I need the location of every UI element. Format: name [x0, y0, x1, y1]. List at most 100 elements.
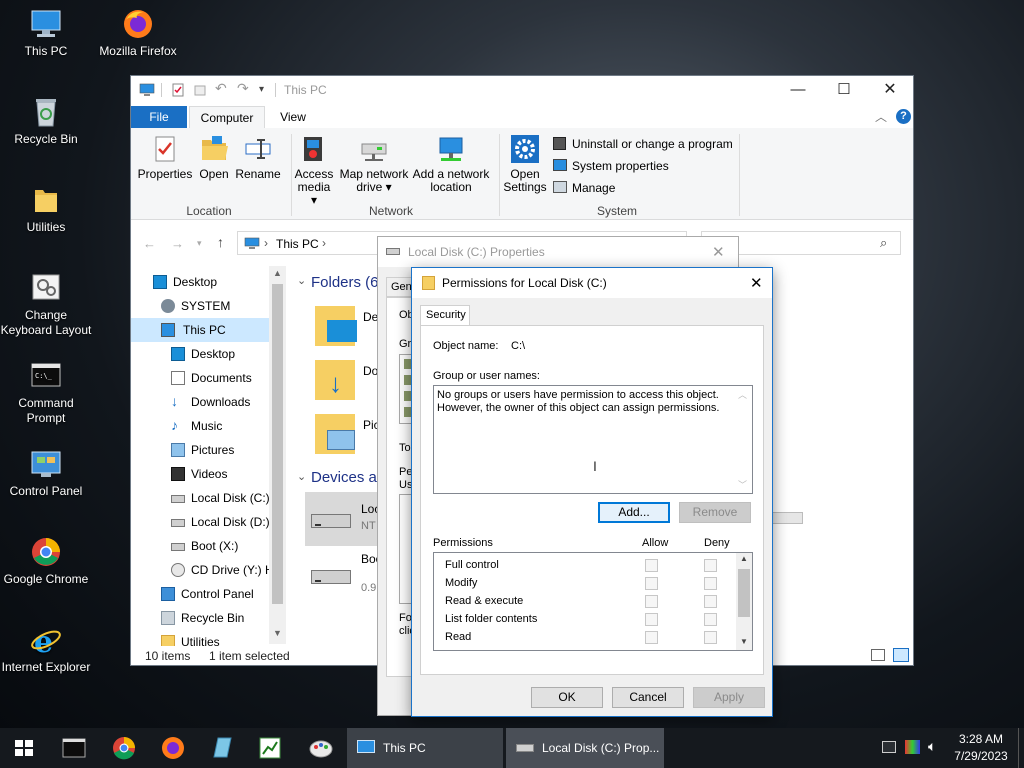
drive-icon — [171, 519, 185, 527]
desktop-icon-firefox[interactable]: Mozilla Firefox — [92, 8, 184, 59]
ribbon: Properties Open Rename Location Access m… — [131, 128, 913, 220]
scroll-down-icon[interactable]: ▼ — [740, 637, 748, 646]
close-icon[interactable]: ✕ — [867, 76, 913, 104]
nav-item-local-disk-d[interactable]: Local Disk (D:) — [171, 510, 270, 534]
help-icon[interactable]: ? — [896, 109, 911, 124]
recent-dropdown-icon[interactable]: ▾ — [197, 238, 202, 249]
new-folder-qat-icon[interactable] — [193, 83, 207, 97]
volume-muted-icon[interactable]: 🔈︎ — [928, 738, 936, 755]
list-scroll-down-icon[interactable]: ﹀ — [738, 478, 747, 491]
desktop-icon-recycle-bin[interactable]: Recycle Bin — [0, 96, 92, 147]
tab-view[interactable]: View — [267, 106, 319, 128]
taskbar-app-chart[interactable] — [246, 728, 294, 768]
taskbar-command-prompt[interactable] — [50, 728, 98, 768]
network-disconnected-icon[interactable] — [882, 741, 896, 753]
tab-computer[interactable]: Computer — [189, 106, 265, 128]
tab-security[interactable]: Security — [420, 305, 470, 326]
nav-item-documents[interactable]: Documents — [171, 366, 269, 390]
redo-icon[interactable]: ↷ — [237, 81, 251, 95]
group-user-list[interactable]: No groups or users have permission to ac… — [433, 385, 753, 494]
nav-item-local-disk-c[interactable]: Local Disk (C:) — [171, 486, 270, 510]
collapse-chevron-icon[interactable]: ⌄ — [297, 470, 306, 483]
map-network-drive-button[interactable]: Map network drive ▾ — [337, 134, 411, 194]
cancel-button[interactable]: Cancel — [612, 687, 684, 708]
taskbar-app-paint[interactable] — [297, 728, 345, 768]
scroll-down-icon[interactable]: ▼ — [273, 628, 282, 638]
nav-item-videos[interactable]: Videos — [171, 462, 269, 486]
desktop-icon-internet-explorer[interactable]: e Internet Explorer — [0, 624, 92, 675]
start-button[interactable] — [0, 728, 48, 768]
scroll-thumb[interactable] — [738, 569, 750, 617]
properties-qat-icon[interactable] — [171, 83, 185, 97]
access-media-button[interactable]: Access media ▾ — [293, 134, 335, 207]
details-view-icon[interactable] — [871, 649, 885, 661]
nav-item-music[interactable]: ♪ Music — [171, 414, 269, 438]
device-tile-local-disk[interactable]: Loca NT — [305, 492, 387, 546]
scroll-thumb[interactable] — [272, 284, 283, 604]
nav-item-boot-x[interactable]: Boot (X:) — [171, 534, 269, 558]
add-network-location-button[interactable]: Add a network location — [411, 134, 491, 194]
show-desktop-button[interactable] — [1018, 728, 1024, 768]
permissions-scrollbar[interactable]: ▲ ▼ — [736, 553, 752, 650]
nav-item-this-pc[interactable]: This PC — [131, 318, 269, 342]
nav-item-control-panel[interactable]: Control Panel — [161, 582, 269, 606]
minimize-icon[interactable]: — — [775, 76, 821, 104]
open-settings-button[interactable]: Open Settings — [503, 134, 547, 194]
properties-button[interactable]: Properties — [137, 134, 193, 181]
nav-item-desktop[interactable]: Desktop — [171, 342, 269, 366]
desktop-icon-chrome[interactable]: Google Chrome — [0, 536, 92, 587]
taskbar-firefox[interactable] — [149, 728, 197, 768]
desktop-icon-utilities[interactable]: Utilities — [0, 184, 92, 235]
permission-name: Read & execute — [445, 595, 524, 607]
rename-button[interactable]: Rename — [235, 134, 281, 181]
taskbar-app-blue[interactable] — [198, 728, 246, 768]
taskbar-window-this-pc[interactable]: This PC — [347, 728, 503, 768]
device-tile-boot[interactable]: Boo 0.9 — [305, 550, 387, 600]
nav-item-cd-drive[interactable]: CD Drive (Y:) H — [171, 558, 274, 582]
properties-close-icon[interactable]: ✕ — [712, 243, 725, 261]
nav-item-desktop-root[interactable]: Desktop — [153, 270, 269, 294]
add-button[interactable]: Add... — [598, 502, 670, 523]
collapse-ribbon-icon[interactable]: ︿ — [875, 108, 887, 125]
nav-item-utilities[interactable]: Utilities — [161, 630, 269, 646]
this-pc-icon — [29, 8, 63, 40]
scroll-up-icon[interactable]: ▲ — [740, 554, 748, 563]
folder-tile-pictures[interactable]: Pict — [313, 412, 387, 458]
scroll-up-icon[interactable]: ▲ — [273, 268, 282, 278]
clock[interactable]: 3:28 AM 7/29/2023 — [952, 731, 1010, 765]
drive-small-icon — [386, 248, 400, 255]
qat-dropdown-icon[interactable]: ▾ — [259, 83, 273, 97]
up-arrow-icon[interactable]: ↑ — [217, 234, 224, 250]
nav-scrollbar[interactable]: ▲ ▼ — [269, 266, 286, 644]
pictures-folder-large-icon — [315, 414, 355, 454]
taskbar-chrome[interactable] — [100, 728, 148, 768]
maximize-icon[interactable]: ☐ — [821, 76, 867, 104]
open-button[interactable]: Open — [195, 134, 233, 181]
list-scroll-up-icon[interactable]: ︿ — [738, 388, 747, 401]
deny-column-label: Deny — [704, 537, 730, 549]
tab-file[interactable]: File — [131, 106, 187, 128]
desktop-icon-change-keyboard[interactable]: Change Keyboard Layout — [0, 272, 92, 338]
nav-item-downloads[interactable]: ↓ Downloads — [171, 390, 269, 414]
taskbar-window-properties[interactable]: Local Disk (C:) Prop... — [506, 728, 664, 768]
folder-tile-downloads[interactable]: ↓ Dow — [313, 358, 387, 404]
desktop-icon-control-panel[interactable]: Control Panel — [0, 448, 92, 499]
permissions-close-icon[interactable]: ✕ — [750, 274, 763, 292]
nav-item-pictures[interactable]: Pictures — [171, 438, 269, 462]
svg-text:C:\_: C:\_ — [35, 372, 53, 380]
collapse-chevron-icon[interactable]: ⌄ — [297, 274, 306, 287]
desktop-icon-label: Recycle Bin — [14, 132, 78, 146]
nav-label: Local Disk (C:) — [191, 491, 270, 505]
large-icons-view-icon[interactable] — [893, 648, 909, 662]
color-app-tray-icon[interactable] — [905, 740, 920, 754]
ribbon-separator — [499, 134, 500, 216]
desktop-icon-command-prompt[interactable]: C:\_ Command Prompt — [0, 360, 92, 426]
nav-item-system[interactable]: SYSTEM — [161, 294, 269, 318]
nav-item-recycle-bin[interactable]: Recycle Bin — [161, 606, 269, 630]
back-arrow-icon[interactable]: ← — [143, 236, 156, 251]
desktop-icon-this-pc[interactable]: This PC — [0, 8, 92, 59]
folder-tile-desktop[interactable]: Des — [313, 304, 387, 350]
ok-button[interactable]: OK — [531, 687, 603, 708]
undo-icon[interactable]: ↶ — [215, 81, 229, 95]
forward-arrow-icon[interactable]: → — [171, 236, 184, 251]
